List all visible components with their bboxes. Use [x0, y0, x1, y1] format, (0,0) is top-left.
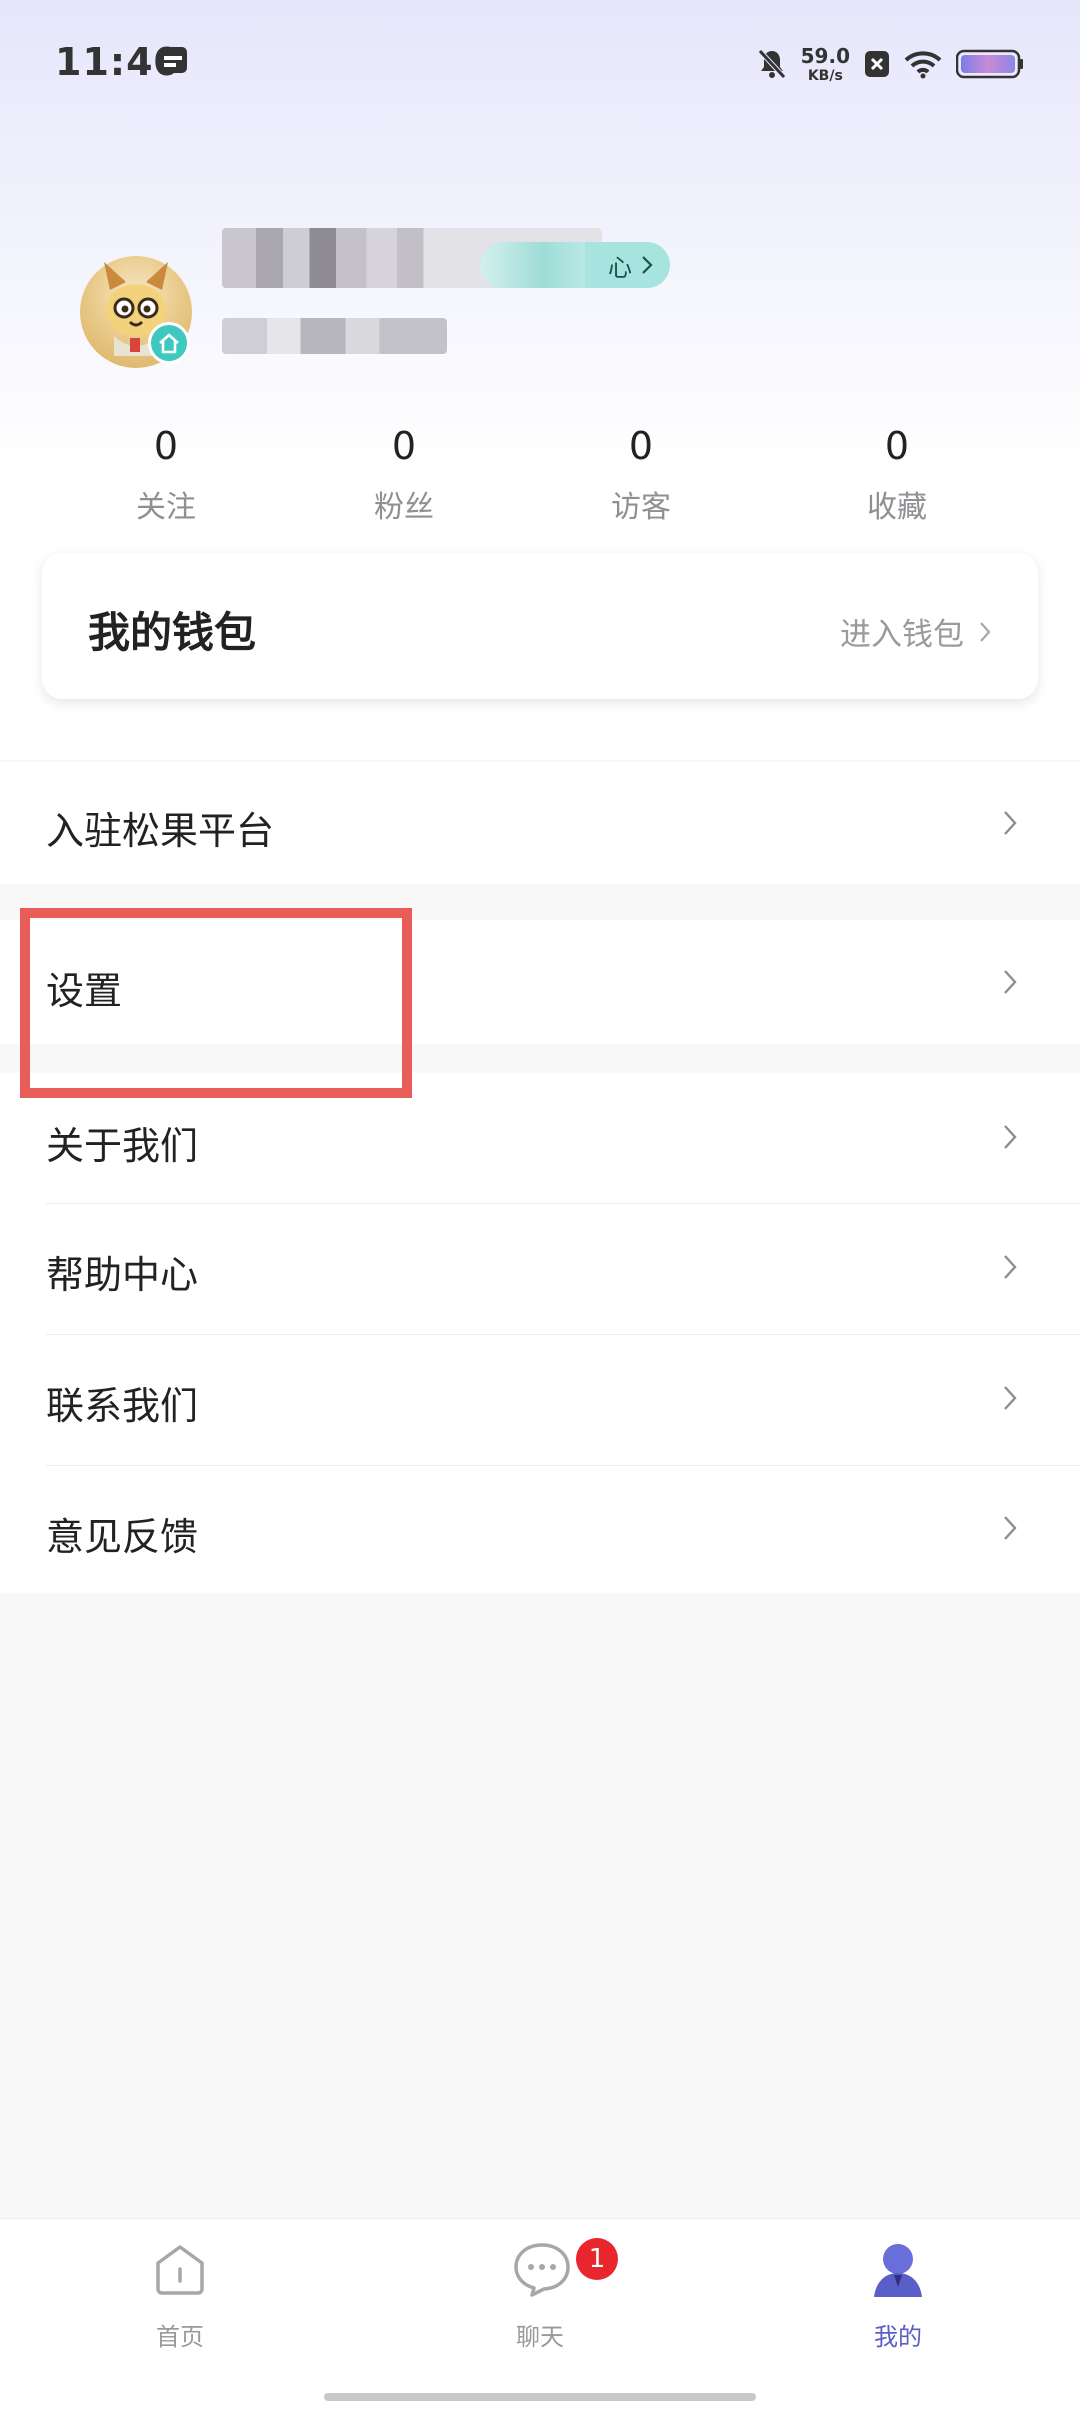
enter-wallet-link[interactable]: 进入钱包 — [840, 609, 992, 654]
stats-row: 0 关注 0 粉丝 0 访客 0 收藏 — [0, 418, 1080, 528]
menu-item-label: 联系我们 — [46, 1384, 199, 1428]
profile-icon — [874, 2244, 922, 2297]
stat-label: 关注 — [136, 490, 196, 525]
chevron-right-icon — [1004, 1516, 1017, 1540]
chevron-right-icon — [1004, 1386, 1017, 1410]
calendar-notification-icon — [159, 47, 187, 73]
wallet-title: 我的钱包 — [88, 608, 257, 657]
stat-fans[interactable]: 0 粉丝 — [304, 418, 504, 526]
menu-item-label: 意见反馈 — [46, 1515, 199, 1559]
network-speed-value: 59.0 — [800, 43, 850, 68]
menu-item-join-platform[interactable]: 入驻松果平台 — [0, 762, 1080, 884]
chevron-right-icon — [1004, 1125, 1017, 1149]
bottom-tab-bar: 首页 聊天 我的 — [0, 2218, 1080, 2409]
menu-item-help-center[interactable]: 帮助中心 — [0, 1204, 1080, 1334]
stat-following[interactable]: 0 关注 — [66, 418, 266, 526]
stat-value: 0 — [153, 424, 179, 468]
tab-label: 我的 — [874, 2323, 922, 2351]
stat-favorites[interactable]: 0 收藏 — [797, 418, 997, 526]
chat-unread-badge: 1 — [576, 2238, 618, 2280]
home-badge-icon — [148, 322, 190, 364]
stat-label: 收藏 — [867, 490, 927, 525]
member-pill-label: 心 — [608, 253, 632, 282]
menu-item-label: 帮助中心 — [46, 1253, 199, 1297]
member-center-pill[interactable]: 心 — [480, 242, 670, 288]
chevron-right-icon — [1004, 1255, 1017, 1279]
chevron-right-icon — [1004, 970, 1017, 994]
tab-mine[interactable]: 我的 — [798, 2219, 998, 2359]
enter-wallet-label: 进入钱包 — [840, 617, 964, 653]
menu-item-label: 关于我们 — [46, 1124, 199, 1168]
menu-item-label: 入驻松果平台 — [46, 809, 275, 853]
tab-label: 聊天 — [516, 2323, 564, 2351]
stat-label: 粉丝 — [374, 490, 434, 525]
wallet-card[interactable]: 我的钱包 进入钱包 — [42, 553, 1038, 699]
tab-home[interactable]: 首页 — [80, 2219, 280, 2359]
network-speed-unit: KB/s — [807, 67, 843, 84]
tab-chat[interactable]: 聊天 — [440, 2219, 640, 2359]
chevron-right-icon — [642, 256, 653, 274]
menu-group: 关于我们 帮助中心 联系我们 意见反馈 — [0, 1073, 1080, 1593]
stat-label: 访客 — [611, 490, 671, 525]
menu-item-feedback[interactable]: 意见反馈 — [0, 1466, 1080, 1593]
stat-value: 0 — [391, 424, 417, 468]
stat-visitors[interactable]: 0 访客 — [541, 418, 741, 526]
no-sim-icon — [865, 51, 889, 77]
status-icons: 59.0 KB/s — [757, 40, 1024, 88]
chevron-right-icon — [980, 621, 991, 642]
chevron-right-icon — [1004, 811, 1017, 835]
menu-item-contact-us[interactable]: 联系我们 — [0, 1335, 1080, 1465]
home-icon — [156, 2245, 204, 2295]
tab-label: 首页 — [156, 2323, 204, 2351]
stat-value: 0 — [628, 424, 654, 468]
wifi-icon — [904, 51, 942, 79]
member-pill-redacted — [480, 242, 585, 288]
user-id-redacted — [222, 318, 447, 354]
network-speed: 59.0 KB/s — [801, 46, 850, 83]
mute-bell-icon — [757, 49, 786, 79]
annotation-highlight-box — [20, 908, 412, 1098]
stat-value: 0 — [884, 424, 910, 468]
home-indicator[interactable] — [324, 2393, 756, 2401]
chat-icon — [514, 2243, 570, 2297]
battery-icon — [956, 49, 1023, 79]
